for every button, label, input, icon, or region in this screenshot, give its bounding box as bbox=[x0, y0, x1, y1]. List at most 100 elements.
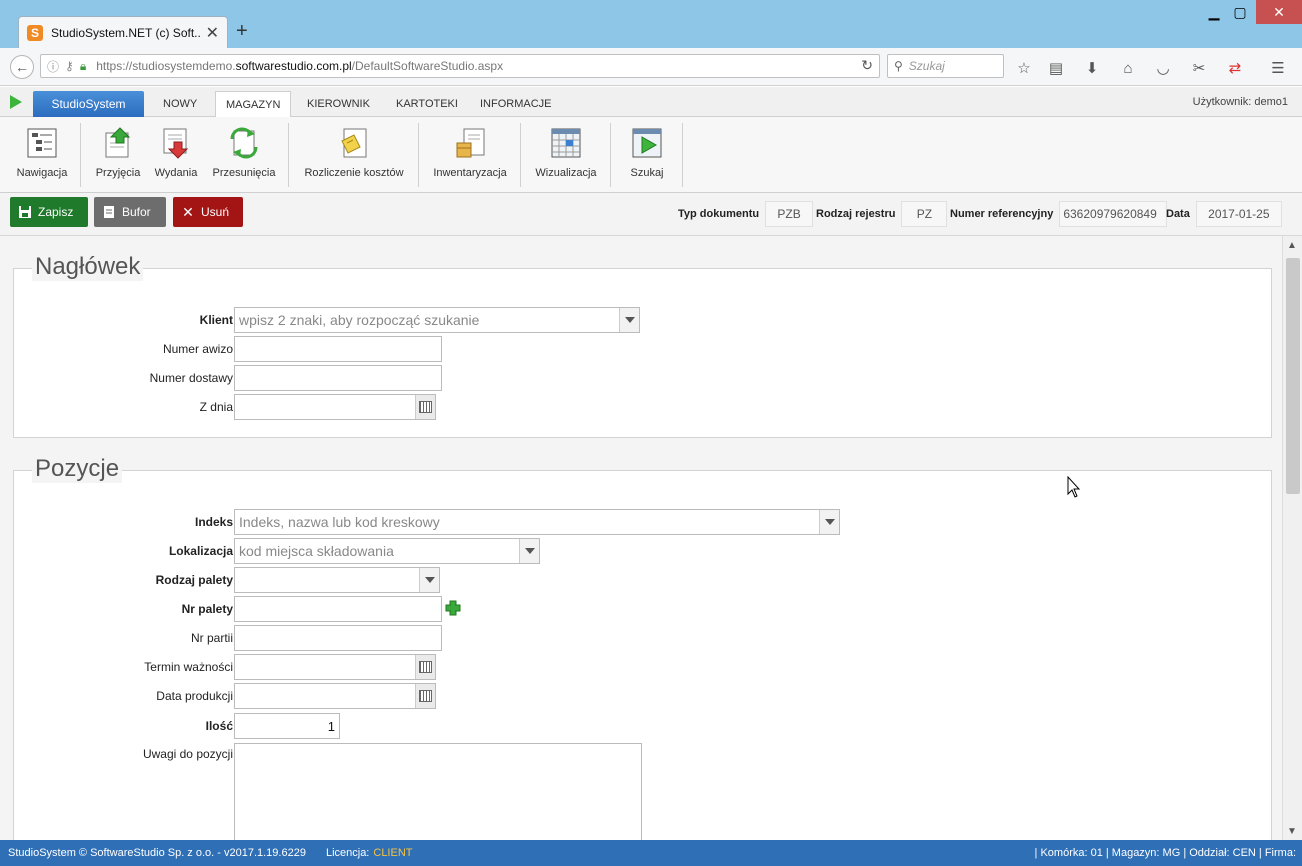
chevron-down-icon[interactable] bbox=[419, 568, 439, 592]
client-label: Klient bbox=[199, 313, 233, 327]
ribbon-label: Przesunięcia bbox=[212, 167, 276, 179]
close-tab-icon[interactable]: ✕ bbox=[206, 23, 219, 43]
back-icon[interactable]: ← bbox=[10, 55, 34, 79]
app-menubar: StudioSystem NOWY MAGAZYN KIEROWNIK KART… bbox=[0, 87, 1302, 117]
location-label: Lokalizacja bbox=[168, 544, 233, 558]
client-combobox[interactable]: wpisz 2 znaki, aby rozpocząć szukanie bbox=[234, 307, 640, 333]
chevron-down-icon[interactable] bbox=[819, 510, 839, 534]
status-bar: StudioSystem © SoftwareStudio Sp. z o.o.… bbox=[0, 840, 1302, 866]
buffer-document-icon bbox=[102, 205, 116, 219]
delivery-number-field[interactable] bbox=[234, 365, 442, 391]
home-icon[interactable]: ⌂ bbox=[1118, 58, 1138, 78]
new-tab-icon[interactable]: + bbox=[236, 20, 248, 43]
location-combobox[interactable]: kod miejsca składowania bbox=[234, 538, 540, 564]
ribbon-szukaj[interactable]: Szukaj bbox=[622, 123, 672, 187]
calendar-icon[interactable] bbox=[415, 395, 435, 419]
tab-kartoteki[interactable]: KARTOTEKI bbox=[386, 91, 468, 117]
location-placeholder: kod miejsca składowania bbox=[239, 543, 394, 559]
pocket-icon[interactable]: ◡ bbox=[1153, 58, 1173, 78]
batch-number-field[interactable] bbox=[234, 625, 442, 651]
quantity-field[interactable]: 1 bbox=[234, 713, 340, 739]
delete-button[interactable]: ✕ Usuń bbox=[173, 197, 243, 227]
document-transfer-icon bbox=[228, 127, 260, 159]
hamburger-menu-icon[interactable]: ☰ bbox=[1268, 58, 1288, 78]
cost-note-icon bbox=[338, 127, 370, 159]
index-combobox[interactable]: Indeks, nazwa lub kod kreskowy bbox=[234, 509, 840, 535]
add-pallet-plus-icon[interactable] bbox=[445, 600, 461, 616]
document-arrow-down-icon bbox=[160, 127, 192, 159]
index-placeholder: Indeks, nazwa lub kod kreskowy bbox=[239, 514, 440, 530]
calendar-icon[interactable] bbox=[415, 655, 435, 679]
scroll-up-icon[interactable]: ▲ bbox=[1287, 240, 1297, 251]
main-content: Nagłówek Klient wpisz 2 znaki, aby rozpo… bbox=[0, 236, 1282, 840]
tab-magazyn[interactable]: MAGAZYN bbox=[215, 91, 292, 117]
ribbon-label: Wizualizacja bbox=[535, 167, 597, 179]
browser-search-input[interactable]: ⚲ Szukaj bbox=[887, 54, 1004, 78]
pallet-type-select[interactable] bbox=[234, 567, 440, 593]
qty-label: Ilość bbox=[205, 719, 233, 733]
doc-type-label: Typ dokumentu bbox=[678, 208, 760, 220]
license-value: CLIENT bbox=[373, 847, 413, 859]
qty-row: Ilość bbox=[14, 713, 233, 739]
ribbon-label: Wydania bbox=[154, 167, 198, 179]
expiry-date-field[interactable] bbox=[234, 654, 436, 680]
chevron-down-icon[interactable] bbox=[619, 308, 639, 332]
positions-panel: Pozycje Indeks Indeks, nazwa lub kod kre… bbox=[13, 455, 1272, 840]
quantity-value: 1 bbox=[327, 718, 335, 734]
mouse-cursor-icon bbox=[1067, 475, 1081, 501]
bookmark-star-icon[interactable]: ☆ bbox=[1014, 58, 1034, 78]
calendar-icon[interactable] bbox=[415, 684, 435, 708]
ribbon-wizualizacja[interactable]: Wizualizacja bbox=[532, 123, 600, 187]
studiosystem-favicon-icon: S bbox=[27, 24, 43, 41]
save-button[interactable]: Zapisz bbox=[10, 197, 88, 227]
scroll-down-icon[interactable]: ▼ bbox=[1287, 826, 1297, 837]
ribbon-label: Rozliczenie kosztów bbox=[304, 167, 404, 179]
url-host: softwarestudio.com.pl bbox=[235, 59, 352, 73]
chevron-down-icon[interactable] bbox=[519, 539, 539, 563]
advice-number-field[interactable] bbox=[234, 336, 442, 362]
content-scrollbar[interactable]: ▲ ▼ bbox=[1282, 236, 1302, 840]
browser-tab[interactable]: S StudioSystem.NET (c) Soft... ✕ bbox=[18, 16, 228, 48]
position-notes-textarea[interactable] bbox=[234, 743, 642, 840]
scrollbar-thumb[interactable] bbox=[1286, 258, 1300, 494]
sync-arrows-icon[interactable]: ⇄ bbox=[1225, 58, 1245, 78]
notes-label: Uwagi do pozycji bbox=[142, 747, 233, 761]
tab-title: StudioSystem.NET (c) Soft... bbox=[51, 25, 200, 40]
floppy-disk-icon bbox=[18, 205, 32, 219]
maximize-icon[interactable]: ▢ bbox=[1224, 0, 1256, 24]
browser-navbar: ← ⓘ ⚷ 🔒︎ https://studiosystemdemo.softwa… bbox=[0, 48, 1302, 86]
tab-kierownik[interactable]: KIEROWNIK bbox=[297, 91, 380, 117]
batch-label: Nr partii bbox=[190, 631, 233, 645]
pallet-number-field[interactable] bbox=[234, 596, 442, 622]
ribbon-rozliczenie-kosztow[interactable]: Rozliczenie kosztów bbox=[300, 123, 408, 187]
status-right-info: | Komórka: 01 | Magazyn: MG | Oddział: C… bbox=[1034, 847, 1296, 859]
screenshot-icon[interactable]: ✂ bbox=[1189, 58, 1209, 78]
buffer-label: Bufor bbox=[122, 205, 151, 219]
ribbon-nawigacja[interactable]: Nawigacja bbox=[12, 123, 72, 187]
download-icon[interactable]: ⬇ bbox=[1082, 58, 1102, 78]
tab-nowy[interactable]: NOWY bbox=[153, 91, 207, 117]
ribbon-przyjecia[interactable]: Przyjęcia bbox=[92, 123, 144, 187]
url-bar[interactable]: ⓘ ⚷ 🔒︎ https://studiosystemdemo.software… bbox=[40, 54, 880, 78]
tab-informacje[interactable]: INFORMACJE bbox=[470, 91, 562, 117]
url-path: /DefaultSoftwareStudio.aspx bbox=[351, 59, 504, 73]
buffer-button[interactable]: Bufor bbox=[94, 197, 166, 227]
from-date-field[interactable] bbox=[234, 394, 436, 420]
ribbon-inwentaryzacja[interactable]: Inwentaryzacja bbox=[430, 123, 510, 187]
production-row: Data produkcji bbox=[14, 683, 233, 709]
close-window-icon[interactable]: ✕ bbox=[1256, 0, 1302, 24]
brand-tab[interactable]: StudioSystem bbox=[33, 91, 144, 117]
date-meta: Data 2017-01-25 bbox=[1166, 201, 1282, 227]
ribbon-separator bbox=[288, 123, 289, 187]
reading-list-icon[interactable]: ▤ bbox=[1046, 58, 1066, 78]
ribbon-wydania[interactable]: Wydania bbox=[150, 123, 202, 187]
pallet-type-label: Rodzaj palety bbox=[155, 573, 233, 587]
pallet-no-label: Nr palety bbox=[181, 602, 233, 616]
pallet-type-row: Rodzaj palety bbox=[14, 567, 233, 593]
reload-icon[interactable]: ↻ bbox=[861, 57, 873, 74]
production-date-field[interactable] bbox=[234, 683, 436, 709]
expiry-row: Termin ważności bbox=[14, 654, 233, 680]
ribbon-przesuniecia[interactable]: Przesunięcia bbox=[210, 123, 278, 187]
info-icon[interactable]: ⓘ bbox=[47, 58, 59, 75]
play-icon[interactable] bbox=[10, 95, 22, 109]
